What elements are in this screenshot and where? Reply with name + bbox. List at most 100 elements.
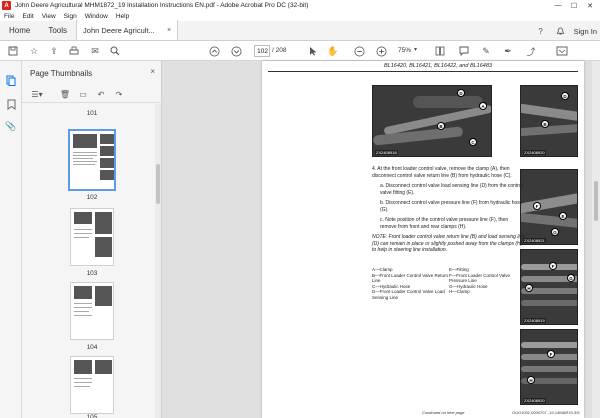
print-icon[interactable] [67, 44, 81, 58]
delete-page-icon[interactable]: 🗑 [58, 87, 72, 101]
attachments-paperclip-icon[interactable]: 📎 [4, 119, 18, 133]
close-window-button[interactable]: ✕ [582, 0, 598, 11]
sign-in-link[interactable]: Sign In [574, 27, 597, 36]
legend-item: F—Front Loader Control Valve Pressure Li… [449, 272, 510, 284]
star-bookmark-icon[interactable]: ☆ [27, 44, 41, 58]
hand-tool-icon[interactable]: ✋ [326, 44, 340, 58]
document-code: OUO1032,0000707 -19-14MAR19-3/5 [512, 410, 580, 415]
callout: E [559, 212, 567, 220]
search-icon[interactable] [108, 44, 122, 58]
callout: A [479, 102, 487, 110]
minimize-button[interactable]: — [550, 0, 566, 11]
window-title: John Deere Agricultural MHM1872_19 Insta… [15, 2, 309, 9]
callout: H [525, 284, 533, 292]
figure-label: ZX2408919 [523, 318, 546, 323]
redo-icon[interactable]: ↷ [112, 87, 126, 101]
highlight-pen-icon[interactable]: ✎ [479, 44, 493, 58]
tab-close-icon[interactable]: × [167, 27, 171, 34]
figure-photo-3: F E G ZX2408921 [520, 169, 578, 245]
select-cursor-icon[interactable] [306, 44, 320, 58]
menu-window[interactable]: Window [85, 13, 108, 20]
page-thumbnails-panel: Page Thumbnails × ☰▾ 🗑 ▭ ↶ ↷ 101 102 103… [22, 61, 162, 418]
step-4c-text: c. Note position of the control valve pr… [380, 217, 509, 230]
page-number-label: 104 [86, 344, 98, 351]
sign-icon[interactable]: ✒ [501, 44, 515, 58]
page-header: BL16420, BL16421, BL16422, and BL16483 [384, 63, 492, 69]
page-thumbnail[interactable] [70, 282, 114, 340]
help-icon[interactable]: ? [534, 24, 548, 38]
tab-tools[interactable]: Tools [39, 20, 76, 40]
callout: C [469, 138, 477, 146]
tab-document[interactable]: John Deere Agricult... × [76, 20, 179, 40]
instruction-steps: 4. At the front loader control valve, re… [372, 166, 526, 258]
title-bar: A John Deere Agricultural MHM1872_19 Ins… [0, 0, 600, 11]
header-rule [268, 71, 578, 72]
tab-bar-right: ? Sign In [531, 21, 600, 41]
zoom-dropdown-icon[interactable]: ▾ [414, 46, 417, 53]
menu-sign[interactable]: Sign [64, 13, 77, 20]
menu-file[interactable]: File [4, 13, 14, 20]
page-layout-icon[interactable] [433, 44, 447, 58]
callout: D [561, 92, 569, 100]
page-number-label: 102 [86, 194, 98, 201]
page-number-label: 103 [86, 270, 98, 277]
email-icon[interactable]: ✉ [88, 44, 102, 58]
insert-page-icon[interactable]: ▭ [76, 87, 90, 101]
page-thumbnails-icon[interactable] [4, 73, 18, 87]
page-number-label: 105 [86, 414, 98, 418]
zoom-level-value[interactable]: 75% [398, 47, 411, 54]
zoom-in-icon[interactable] [374, 44, 388, 58]
more-tools-icon[interactable] [555, 44, 569, 58]
tab-bar: Home Tools John Deere Agricult... × ? Si… [0, 20, 600, 41]
menu-edit[interactable]: Edit [22, 13, 33, 20]
figure-photo-2: D B ZX2408920 [520, 85, 578, 157]
notification-bell-icon[interactable] [554, 24, 568, 38]
panel-toolbar: ☰▾ 🗑 ▭ ↶ ↷ [22, 85, 162, 103]
bookmarks-icon[interactable] [4, 97, 18, 111]
legend-item: D—Front Loader Control Valve Load Sensin… [372, 289, 445, 300]
page-total: / 208 [272, 47, 287, 54]
legend-left-column: A—Clamp B—Front Loader Control Valve Ret… [372, 267, 449, 300]
save-icon[interactable] [6, 44, 20, 58]
callout: G [551, 228, 559, 236]
menu-view[interactable]: View [42, 13, 56, 20]
acrobat-logo-icon: A [2, 1, 11, 10]
page-number-input[interactable] [254, 45, 270, 57]
panel-title: Page Thumbnails [30, 69, 93, 78]
menu-help[interactable]: Help [116, 13, 129, 20]
window-controls: — ☐ ✕ [550, 0, 598, 11]
page-number-label: 101 [86, 110, 98, 117]
page-thumbnail[interactable] [70, 356, 114, 414]
thumbnail-scrollbar-thumb[interactable] [156, 164, 160, 204]
figure-photo-4: F G H ZX2408919 [520, 249, 578, 325]
callout: D [457, 89, 465, 97]
page-thumbnail[interactable] [70, 208, 114, 266]
page-down-icon[interactable] [229, 44, 243, 58]
thumbnail-list: 101 102 103 104 105 [22, 104, 156, 418]
callout: F [549, 262, 557, 270]
tab-home[interactable]: Home [0, 20, 39, 40]
callout: B [541, 120, 549, 128]
thumbnail-scrollbar[interactable] [155, 104, 161, 418]
share-link-icon[interactable]: ⤴ [524, 44, 538, 58]
thumbnail-options-icon[interactable]: ☰▾ [30, 87, 44, 101]
legend-item: B—Front Loader Control Valve Return Line [372, 272, 448, 284]
callout: F [547, 350, 555, 358]
comment-icon[interactable] [457, 44, 471, 58]
figure-label: ZX2408921 [523, 238, 546, 243]
page-thumbnail-selected[interactable] [68, 129, 116, 191]
undo-icon[interactable]: ↶ [94, 87, 108, 101]
upload-share-icon[interactable]: ⇪ [47, 44, 61, 58]
figure-photo-5: F H ZX2408920 [520, 329, 578, 405]
tab-document-label: John Deere Agricult... [83, 25, 155, 35]
figure-photo-1: D A B C ZX2408918 [372, 85, 492, 157]
document-scrollbar[interactable] [592, 61, 600, 418]
zoom-out-icon[interactable] [352, 44, 366, 58]
document-view: BL16420, BL16421, BL16422, and BL16483 D… [162, 61, 600, 418]
continued-note: Continued on next page [422, 410, 465, 415]
page-up-icon[interactable] [207, 44, 221, 58]
maximize-button[interactable]: ☐ [566, 0, 582, 11]
panel-close-icon[interactable]: × [150, 67, 155, 76]
document-scrollbar-thumb[interactable] [594, 181, 598, 221]
callout: H [527, 376, 535, 384]
